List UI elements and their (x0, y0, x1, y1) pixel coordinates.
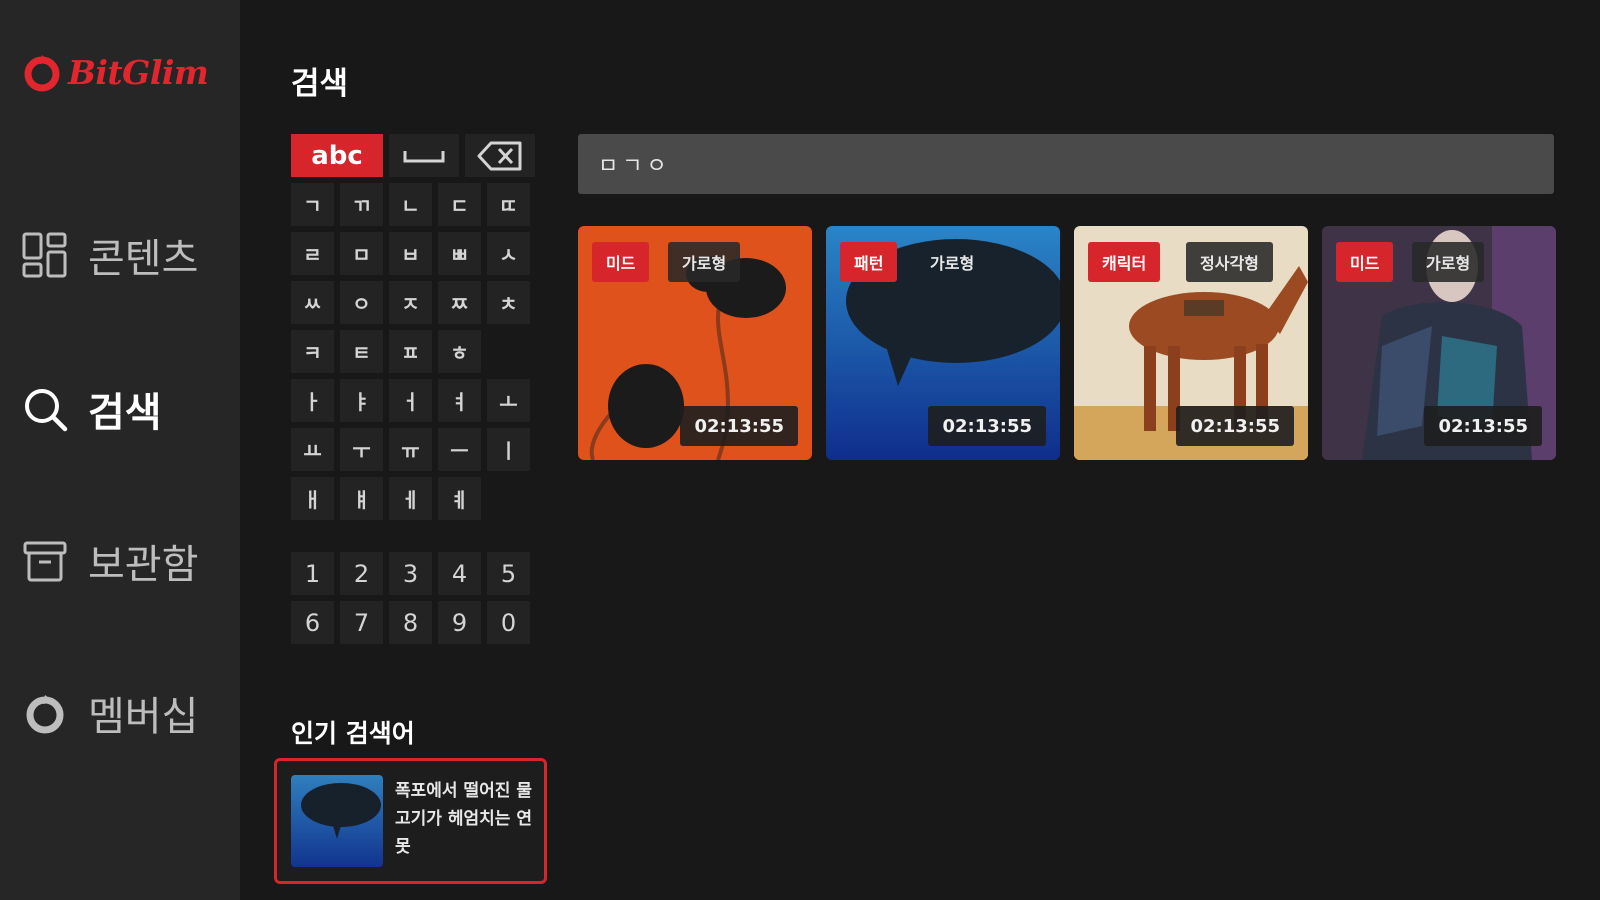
popular-item-thumbnail (291, 775, 383, 867)
hangul-key-row: ㄱㄲㄴㄷㄸ (291, 183, 530, 226)
sidebar-item-label: 보관함 (88, 542, 199, 588)
hangul-key[interactable]: ㅁ (340, 232, 383, 275)
hangul-key[interactable]: ㄱ (291, 183, 334, 226)
space-icon (403, 150, 445, 162)
hangul-key[interactable]: ㅡ (438, 428, 481, 471)
hangul-key[interactable]: ㅍ (389, 330, 432, 373)
hangul-key[interactable]: ㅏ (291, 379, 334, 422)
category-tag: 미드 (592, 242, 650, 282)
number-key[interactable]: 3 (389, 552, 432, 595)
number-key[interactable]: 7 (340, 601, 383, 644)
popular-searches-title: 인기 검색어 (291, 719, 415, 748)
hangul-key-row: ㅐㅒㅔㅖ (291, 477, 481, 520)
hangul-key[interactable]: ㄲ (340, 183, 383, 226)
page-title: 검색 (291, 66, 349, 102)
hangul-key[interactable]: ㅂ (389, 232, 432, 275)
hangul-key[interactable]: ㅒ (340, 477, 383, 520)
hangul-key[interactable]: ㅖ (438, 477, 481, 520)
hangul-key[interactable]: ㅅ (487, 232, 530, 275)
hangul-key[interactable]: ㅣ (487, 428, 530, 471)
backspace-key[interactable] (465, 134, 535, 177)
hangul-key-row: ㅛㅜㅠㅡㅣ (291, 428, 530, 471)
hangul-key[interactable]: ㅑ (340, 379, 383, 422)
app-root: BitGlim 콘텐츠 검색 보관함 멤버십 검색 abc ㄱ ㄲ ㄴ ㄷ ㄸ … (0, 0, 1600, 900)
hangul-key-row: ㅋㅌㅍㅎ (291, 330, 481, 373)
brand-name: BitGlim (68, 52, 209, 92)
hangul-key[interactable]: ㄴ (389, 183, 432, 226)
hangul-key[interactable]: ㅗ (487, 379, 530, 422)
gallery-tag: 가로형 (1412, 242, 1485, 282)
number-key[interactable]: 6 (291, 601, 334, 644)
duration-badge: 02:13:55 (928, 406, 1046, 446)
duration-badge: 02:13:55 (680, 406, 798, 446)
gallery-tag: 가로형 (668, 242, 741, 282)
gallery-tag: 정사각형 (1186, 242, 1273, 282)
number-key[interactable]: 1 (291, 552, 334, 595)
hangul-key-row: ㅆㅇㅈㅉㅊ (291, 281, 530, 324)
brand-swirl-icon (24, 55, 60, 92)
hangul-key[interactable]: ㅛ (291, 428, 334, 471)
category-tag: 미드 (1336, 242, 1394, 282)
sidebar-item-membership[interactable]: 멤버십 (22, 684, 198, 742)
duration-badge: 02:13:55 (1424, 406, 1542, 446)
hangul-key[interactable]: ㅃ (438, 232, 481, 275)
hangul-key[interactable]: ㄷ (438, 183, 481, 226)
hangul-key[interactable]: ㅇ (340, 281, 383, 324)
hangul-key-row: ㄹㅁㅂㅃㅅ (291, 232, 530, 275)
number-key[interactable]: 9 (438, 601, 481, 644)
hangul-key[interactable]: ㅜ (340, 428, 383, 471)
number-key-row: 67890 (291, 601, 530, 644)
keyboard-control-row: abc (291, 134, 535, 177)
sidebar-item-label: 검색 (88, 390, 162, 436)
hangul-key[interactable]: ㅉ (438, 281, 481, 324)
hangul-key[interactable]: ㅔ (389, 477, 432, 520)
result-card[interactable]: 패턴 가로형 02:13:55 (826, 226, 1060, 460)
number-key-row: 12345 (291, 552, 530, 595)
hangul-key[interactable]: ㅌ (340, 330, 383, 373)
gallery-tag: 가로형 (930, 254, 975, 273)
hangul-key[interactable]: ㄸ (487, 183, 530, 226)
membership-icon (26, 695, 64, 734)
number-key[interactable]: 0 (487, 601, 530, 644)
number-key[interactable]: 2 (340, 552, 383, 595)
search-input[interactable]: ㅁㄱㅇ (578, 134, 1554, 194)
hangul-key[interactable]: ㅕ (438, 379, 481, 422)
grid-icon (22, 232, 67, 278)
hangul-key[interactable]: ㅊ (487, 281, 530, 324)
popular-search-item[interactable]: 폭포에서 떨어진 물고기가 헤엄치는 연못 (274, 758, 547, 884)
hangul-key[interactable]: ㅋ (291, 330, 334, 373)
hangul-key[interactable]: ㅐ (291, 477, 334, 520)
hangul-key[interactable]: ㅆ (291, 281, 334, 324)
duration-badge: 02:13:55 (1176, 406, 1294, 446)
sidebar-item-label: 멤버십 (88, 694, 199, 740)
sidebar: BitGlim 콘텐츠 검색 보관함 멤버십 (0, 0, 240, 900)
space-key[interactable] (389, 134, 459, 177)
number-key[interactable]: 8 (389, 601, 432, 644)
brand-logo: BitGlim (22, 52, 209, 92)
search-icon (25, 389, 68, 432)
hangul-key-row: ㅏㅑㅓㅕㅗ (291, 379, 530, 422)
popular-item-text: 폭포에서 떨어진 물고기가 헤엄치는 연못 (395, 781, 532, 857)
sidebar-item-archive[interactable]: 보관함 (22, 532, 198, 590)
result-card[interactable]: 미드 가로형 02:13:55 (1322, 226, 1556, 460)
sidebar-item-contents[interactable]: 콘텐츠 (22, 226, 198, 284)
hangul-key[interactable]: ㅎ (438, 330, 481, 373)
hangul-key[interactable]: ㄹ (291, 232, 334, 275)
sidebar-item-label: 콘텐츠 (88, 236, 199, 282)
category-tag: 패턴 (840, 242, 898, 282)
hangul-key[interactable]: ㅠ (389, 428, 432, 471)
blue-tree-thumbnail-image (291, 775, 383, 867)
mode-toggle-button[interactable]: abc (291, 134, 383, 177)
result-card[interactable]: 캐릭터 정사각형 02:13:55 (1074, 226, 1308, 460)
sidebar-item-search[interactable]: 검색 (22, 380, 162, 438)
number-key[interactable]: 4 (438, 552, 481, 595)
hangul-key[interactable]: ㅓ (389, 379, 432, 422)
result-card[interactable]: 미드 가로형 02:13:55 (578, 226, 812, 460)
number-key[interactable]: 5 (487, 552, 530, 595)
backspace-icon (477, 141, 522, 170)
hangul-key[interactable]: ㅈ (389, 281, 432, 324)
category-tag: 캐릭터 (1088, 242, 1161, 282)
archive-box-icon (23, 541, 67, 582)
